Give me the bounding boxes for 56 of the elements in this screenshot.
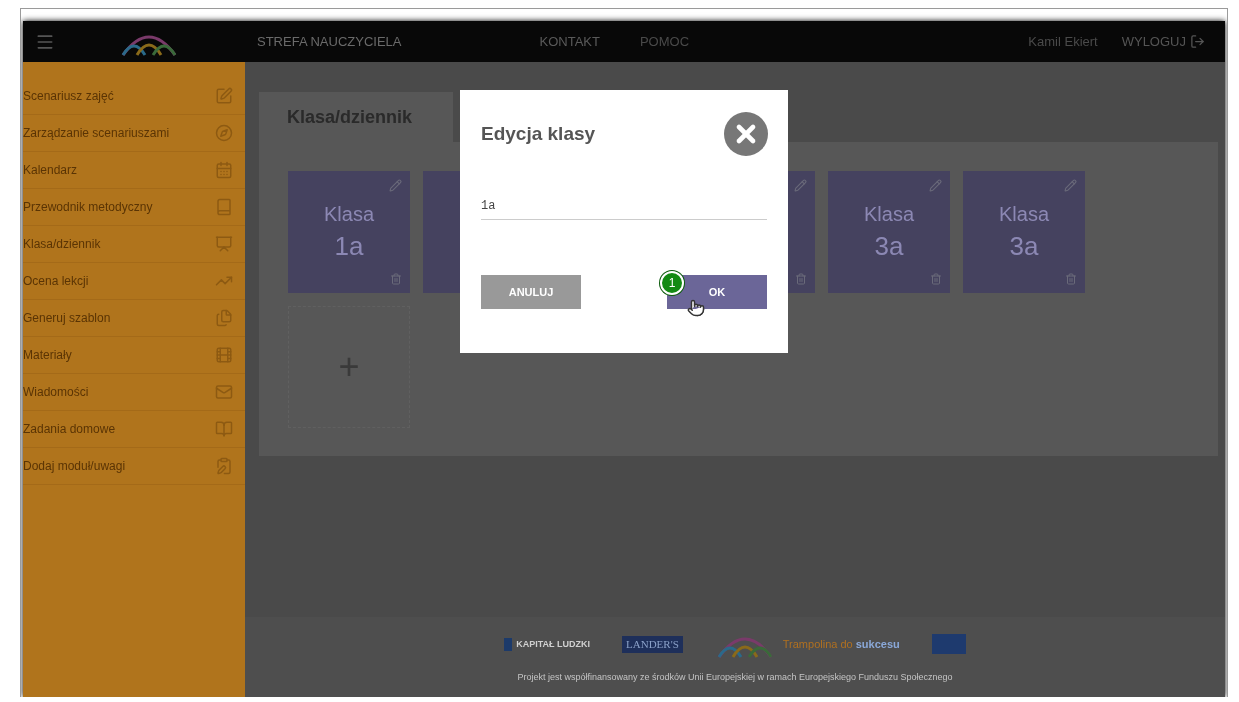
sidebar-icon [215, 124, 233, 142]
cancel-button[interactable]: ANULUJ [481, 275, 581, 309]
sidebar-icon [215, 346, 233, 364]
sidebar-item[interactable]: Zadania domowe [23, 411, 245, 448]
card-title: Klasa [324, 202, 374, 227]
sidebar-item[interactable]: Generuj szablon [23, 300, 245, 337]
sidebar-icon [215, 198, 233, 216]
hand-cursor-icon [687, 299, 705, 317]
class-card[interactable]: Klasa 3a [963, 171, 1085, 293]
card-class-name: 3a [1009, 230, 1039, 263]
edit-icon[interactable] [794, 179, 807, 192]
sidebar-item[interactable]: Ocena lekcji [23, 263, 245, 300]
class-card[interactable]: Klasa 3a [828, 171, 950, 293]
close-button[interactable] [724, 112, 768, 156]
trash-icon[interactable] [930, 273, 942, 285]
nav-link[interactable]: KONTAKT [539, 31, 600, 52]
dialog-title: Edycja klasy [481, 121, 596, 146]
sidebar-item[interactable]: Dodaj moduł/uwagi [23, 448, 245, 485]
sidebar-item[interactable]: Wiadomości [23, 374, 245, 411]
user-name[interactable]: Kamil Ekiert [1028, 31, 1098, 52]
partner-logo: LANDER'S [622, 636, 683, 653]
edit-icon[interactable] [389, 179, 402, 192]
trash-icon[interactable] [795, 273, 807, 285]
sidebar-icon [215, 383, 233, 401]
sidebar-item[interactable]: Kalendarz [23, 152, 245, 189]
card-class-name: 3a [874, 230, 904, 263]
sidebar-icon [215, 87, 233, 105]
sidebar-item[interactable]: Scenariusz zajęć [23, 78, 245, 115]
sidebar-icon [215, 309, 233, 327]
eu-flag-icon [931, 634, 966, 655]
edit-icon[interactable] [929, 179, 942, 192]
card-title: Klasa [864, 202, 914, 227]
edit-icon[interactable] [1064, 179, 1077, 192]
brand-name: Trampolina do sukcesu [782, 637, 900, 652]
trash-icon[interactable] [1065, 273, 1077, 285]
sidebar-item[interactable]: Klasa/dziennik [23, 226, 245, 263]
sidebar-icon [215, 235, 233, 253]
partner-logo: KAPITAŁ LUDZKI [504, 637, 591, 651]
sidebar-item[interactable]: Zarządzanie scenariuszami [23, 115, 245, 152]
step-badge: 1 [660, 271, 684, 295]
card-title: Klasa [999, 202, 1049, 227]
footer-caption: Projekt jest współfinansowany ze środków Unii Europejskiej w ramach Europejskiego Funduszu Społecznego [517, 671, 953, 685]
sidebar-item[interactable]: Materiały [23, 337, 245, 374]
class-card[interactable]: Klasa 1a [288, 171, 410, 293]
sidebar-icon [215, 161, 233, 179]
logout-button[interactable]: WYLOGUJ [1121, 31, 1205, 52]
nav-link[interactable]: STREFA NAUCZYCIELA [257, 31, 402, 52]
sidebar-icon [215, 420, 233, 438]
trash-icon[interactable] [390, 273, 402, 285]
sidebar-icon [215, 457, 233, 475]
nav-link[interactable]: POMOC [639, 31, 690, 52]
sidebar-item[interactable]: Przewodnik metodyczny [23, 189, 245, 226]
add-class-card[interactable]: + [288, 306, 410, 428]
card-class-name: 1a [334, 230, 364, 263]
logout-icon [1190, 34, 1205, 49]
class-name-input[interactable]: 1a [481, 197, 767, 220]
